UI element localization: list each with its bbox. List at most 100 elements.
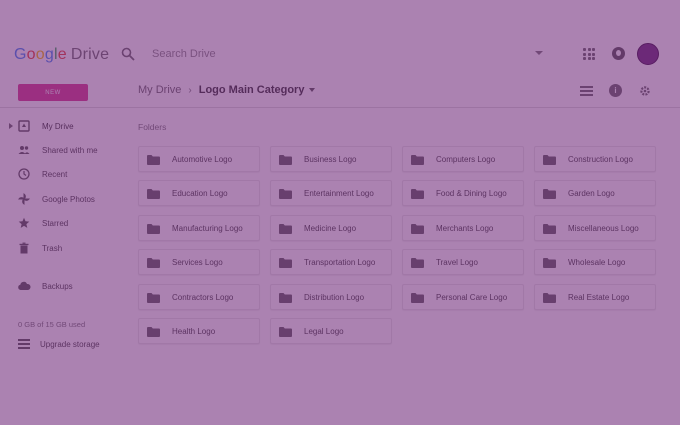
folder-label: Computers Logo — [436, 154, 496, 164]
folder-tile[interactable]: Wholesale Logo — [534, 249, 656, 275]
folder-icon — [411, 224, 424, 234]
folder-tile[interactable]: Construction Logo — [534, 146, 656, 172]
search-options-caret-icon[interactable] — [535, 51, 543, 55]
folder-label: Services Logo — [172, 257, 223, 267]
apps-grid-icon[interactable] — [583, 48, 595, 60]
info-icon[interactable]: i — [609, 84, 622, 97]
folder-icon — [279, 327, 292, 337]
folder-tile[interactable]: Miscellaneous Logo — [534, 215, 656, 241]
expand-arrow-icon[interactable] — [9, 123, 13, 129]
folder-icon — [411, 189, 424, 199]
folder-label: Food & Dining Logo — [436, 188, 507, 198]
clock-icon — [18, 168, 30, 180]
folder-tile[interactable]: Health Logo — [138, 318, 260, 344]
folder-label: Manufacturing Logo — [172, 223, 243, 233]
folder-label: Garden Logo — [568, 188, 615, 198]
folder-tile[interactable]: Travel Logo — [402, 249, 524, 275]
folder-label: Education Logo — [172, 188, 228, 198]
folder-tile[interactable]: Business Logo — [270, 146, 392, 172]
sidebar-item-my-drive[interactable]: My Drive — [0, 117, 128, 135]
sidebar-item-recent[interactable]: Recent — [0, 165, 128, 183]
folder-label: Construction Logo — [568, 154, 633, 164]
sidebar-item-label: My Drive — [42, 121, 74, 131]
folder-label: Medicine Logo — [304, 223, 357, 233]
storage-usage-text: 0 GB of 15 GB used — [18, 320, 86, 329]
folder-tile[interactable]: Garden Logo — [534, 180, 656, 206]
folder-tile[interactable]: Food & Dining Logo — [402, 180, 524, 206]
folder-label: Travel Logo — [436, 257, 478, 267]
breadcrumb-root[interactable]: My Drive — [138, 84, 181, 96]
folder-icon — [411, 155, 424, 165]
folder-tile[interactable]: Distribution Logo — [270, 284, 392, 310]
notifications-icon[interactable] — [612, 47, 625, 60]
folder-tile[interactable]: Automotive Logo — [138, 146, 260, 172]
avatar[interactable] — [637, 43, 659, 65]
trash-icon — [19, 242, 29, 254]
sidebar-item-label: Recent — [42, 169, 68, 179]
cloud-icon — [18, 281, 31, 290]
folder-tile[interactable]: Contractors Logo — [138, 284, 260, 310]
breadcrumb-current[interactable]: Logo Main Category — [199, 84, 305, 96]
pinwheel-icon — [18, 193, 30, 205]
sidebar-item-backups[interactable]: Backups — [0, 277, 128, 295]
folder-label: Entertainment Logo — [304, 188, 374, 198]
search-icon[interactable] — [121, 47, 135, 61]
folder-icon — [543, 155, 556, 165]
folder-icon — [543, 189, 556, 199]
folder-tile[interactable]: Computers Logo — [402, 146, 524, 172]
folder-icon — [279, 189, 292, 199]
folder-icon — [411, 258, 424, 268]
folder-label: Transportation Logo — [304, 257, 376, 267]
folder-icon — [543, 293, 556, 303]
folder-tile[interactable]: Entertainment Logo — [270, 180, 392, 206]
google-drive-logo[interactable]: Google Drive — [14, 46, 109, 64]
folder-label: Business Logo — [304, 154, 357, 164]
folder-tile[interactable]: Transportation Logo — [270, 249, 392, 275]
folder-tile[interactable]: Merchants Logo — [402, 215, 524, 241]
folder-tile[interactable]: Manufacturing Logo — [138, 215, 260, 241]
folder-icon — [543, 258, 556, 268]
folder-icon — [279, 155, 292, 165]
folder-tile[interactable]: Legal Logo — [270, 318, 392, 344]
folder-label: Automotive Logo — [172, 154, 233, 164]
search-input[interactable] — [152, 44, 522, 64]
folder-tile[interactable]: Services Logo — [138, 249, 260, 275]
folder-tile[interactable]: Personal Care Logo — [402, 284, 524, 310]
sidebar-item-starred[interactable]: Starred — [0, 214, 128, 232]
folder-label: Wholesale Logo — [568, 257, 626, 267]
folder-label: Health Logo — [172, 326, 216, 336]
sidebar-item-shared-with-me[interactable]: Shared with me — [0, 141, 128, 159]
folder-icon — [543, 224, 556, 234]
folder-icon — [147, 224, 160, 234]
storage-list-icon — [18, 339, 30, 349]
people-icon — [18, 146, 30, 154]
new-button[interactable]: NEW — [18, 84, 88, 101]
sidebar-item-trash[interactable]: Trash — [0, 239, 128, 257]
folder-icon — [411, 293, 424, 303]
sidebar-item-google-photos[interactable]: Google Photos — [0, 190, 128, 208]
folder-icon — [279, 293, 292, 303]
breadcrumb: My Drive › Logo Main Category — [138, 84, 316, 96]
folder-tile[interactable]: Education Logo — [138, 180, 260, 206]
upgrade-storage-link[interactable]: Upgrade storage — [18, 337, 100, 351]
sidebar-item-label: Backups — [42, 281, 73, 291]
folder-label: Merchants Logo — [436, 223, 494, 233]
folder-label: Contractors Logo — [172, 292, 234, 302]
list-view-icon[interactable] — [580, 86, 593, 96]
sidebar-item-label: Shared with me — [42, 145, 98, 155]
star-icon — [18, 217, 30, 228]
folder-icon — [147, 258, 160, 268]
folder-icon — [147, 327, 160, 337]
breadcrumb-separator: › — [188, 84, 192, 96]
upgrade-storage-label: Upgrade storage — [40, 339, 100, 349]
gear-icon[interactable] — [639, 85, 651, 97]
breadcrumb-caret-icon[interactable] — [309, 88, 316, 92]
drive-icon — [18, 120, 30, 132]
folder-label: Distribution Logo — [304, 292, 365, 302]
folder-label: Legal Logo — [304, 326, 344, 336]
folder-tile[interactable]: Real Estate Logo — [534, 284, 656, 310]
folder-label: Personal Care Logo — [436, 292, 508, 302]
folders-section-title: Folders — [138, 122, 167, 132]
sidebar-item-label: Starred — [42, 218, 69, 228]
folder-tile[interactable]: Medicine Logo — [270, 215, 392, 241]
